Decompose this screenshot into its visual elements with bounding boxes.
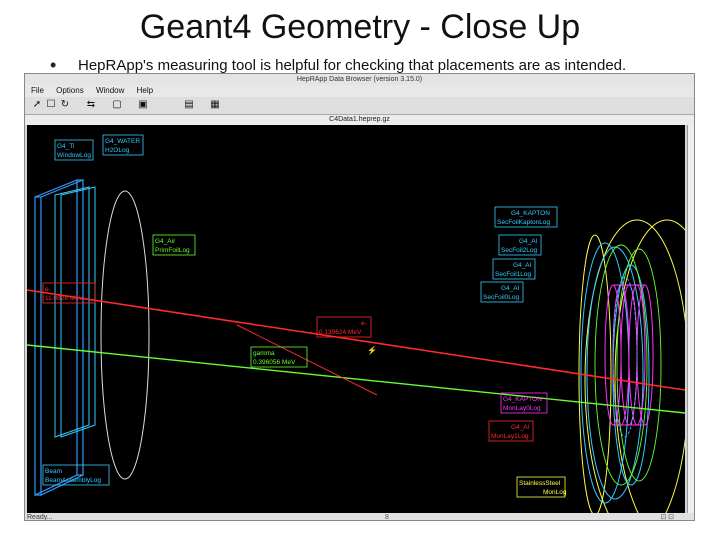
svg-text:G4_KAPTON: G4_KAPTON xyxy=(503,396,542,403)
svg-text:0.396056 MeV: 0.396056 MeV xyxy=(253,359,296,366)
svg-text:gamma: gamma xyxy=(253,350,275,357)
svg-text:MonLay1Log: MonLay1Log xyxy=(491,433,529,440)
svg-text:G4_WATER: G4_WATER xyxy=(105,138,140,145)
label-kapton-mon: G4_KAPTON MonLay0Log xyxy=(500,392,548,414)
svg-text:G4_Al: G4_Al xyxy=(513,262,532,269)
menu-file[interactable]: File xyxy=(31,86,44,95)
square-icon[interactable]: ▣ xyxy=(137,99,149,111)
menu-options[interactable]: Options xyxy=(56,86,84,95)
square-icon[interactable]: ▢ xyxy=(111,99,123,111)
svg-text:SecFoil0Log: SecFoil0Log xyxy=(483,294,520,301)
svg-text:WindowLog: WindowLog xyxy=(57,152,91,159)
svg-text:Beam: Beam xyxy=(45,468,62,475)
toolbar: ➚ ☐ ↻ ⇆ ▢ ▣ ▤ ▦ xyxy=(25,97,694,115)
svg-text:e-: e- xyxy=(45,286,51,293)
svg-text:e-: e- xyxy=(361,320,367,327)
status-buttons[interactable]: ⊡ ⊡ xyxy=(660,513,674,520)
primary-foil-ellipse xyxy=(100,190,150,480)
label-al-mon: G4_Al MonLay1Log xyxy=(488,420,534,442)
label-e-mid: e- 0.139624 MeV xyxy=(316,316,372,338)
label-steel: StainlessSteel MonLog xyxy=(516,476,567,498)
beam-window-box xyxy=(34,179,84,496)
svg-text:SecFoil2Log: SecFoil2Log xyxy=(501,247,538,254)
svg-text:StainlessSteel: StainlessSteel xyxy=(519,480,561,487)
label-al1: G4_Al SecFoil1Log xyxy=(492,258,536,280)
svg-text:H2OLog: H2OLog xyxy=(105,147,130,154)
svg-text:BeamAssemblyLog: BeamAssemblyLog xyxy=(45,477,101,484)
svg-text:G4_Al: G4_Al xyxy=(501,285,520,292)
svg-text:SecFoilKaptonLog: SecFoilKaptonLog xyxy=(497,219,551,226)
gamma-track-green xyxy=(26,344,686,414)
select-icon[interactable]: ☐ xyxy=(45,99,57,111)
slide-title: Geant4 Geometry - Close Up xyxy=(139,8,581,46)
menubar: File Options Window Help xyxy=(25,85,694,97)
rotate-icon[interactable]: ↻ xyxy=(59,99,71,111)
event-display-viewport[interactable]: ⚡ G4_Ti WindowLog G4_WATER H2OLog G4_Air… xyxy=(26,125,694,520)
svg-text:MonLog: MonLog xyxy=(543,489,567,496)
folder-icon[interactable]: ▤ xyxy=(183,99,195,111)
window-foils xyxy=(54,186,96,438)
svg-text:G4_KAPTON: G4_KAPTON xyxy=(511,210,550,217)
label-al2: G4_Al SecFoil2Log xyxy=(498,234,542,256)
menu-window[interactable]: Window xyxy=(96,86,124,95)
svg-text:0.139624 MeV: 0.139624 MeV xyxy=(319,329,362,336)
geometry-canvas[interactable]: ⚡ G4_Ti WindowLog G4_WATER H2OLog G4_Air… xyxy=(26,125,694,520)
status-bar: Ready... 8 ⊡ ⊡ xyxy=(25,513,694,521)
window-title: HepRApp Data Browser (version 3.15.0) xyxy=(25,74,694,85)
vertical-scrollbar[interactable] xyxy=(687,125,694,513)
svg-text:MonLay0Log: MonLay0Log xyxy=(503,405,541,412)
label-gamma: gamma 0.396056 MeV xyxy=(250,346,308,368)
label-air-prim: G4_Air PrimFoilLog xyxy=(152,234,196,256)
label-al0: G4_Al SecFoil0Log xyxy=(480,281,524,303)
svg-text:G4_Ti: G4_Ti xyxy=(57,143,74,150)
svg-text:SecFoil1Log: SecFoil1Log xyxy=(495,271,532,278)
cursor-icon[interactable]: ➚ xyxy=(31,99,43,111)
swap-icon[interactable]: ⇆ xyxy=(85,99,97,111)
status-text: Ready... xyxy=(27,514,53,521)
bullet-text: HepRApp's measuring tool is helpful for … xyxy=(78,57,627,74)
document-title: C4Data1.heprep.gz xyxy=(25,115,694,125)
svg-text:11.0828 MeV: 11.0828 MeV xyxy=(45,295,84,302)
label-kapton-top: G4_KAPTON SecFoilKaptonLog xyxy=(494,206,558,228)
svg-text:PrimFoilLog: PrimFoilLog xyxy=(155,247,190,254)
interaction-marker: ⚡ xyxy=(367,345,377,355)
status-page: 8 xyxy=(385,514,389,521)
heprapp-window: HepRApp Data Browser (version 3.15.0) Fi… xyxy=(24,73,695,521)
page-icon[interactable]: ▦ xyxy=(209,99,221,111)
svg-text:G4_Air: G4_Air xyxy=(155,238,176,245)
svg-text:G4_Al: G4_Al xyxy=(511,424,530,431)
label-ti: G4_Ti WindowLog xyxy=(54,139,94,161)
label-water: G4_WATER H2OLog xyxy=(102,134,144,156)
svg-text:G4_Al: G4_Al xyxy=(519,238,538,245)
menu-help[interactable]: Help xyxy=(137,86,153,95)
